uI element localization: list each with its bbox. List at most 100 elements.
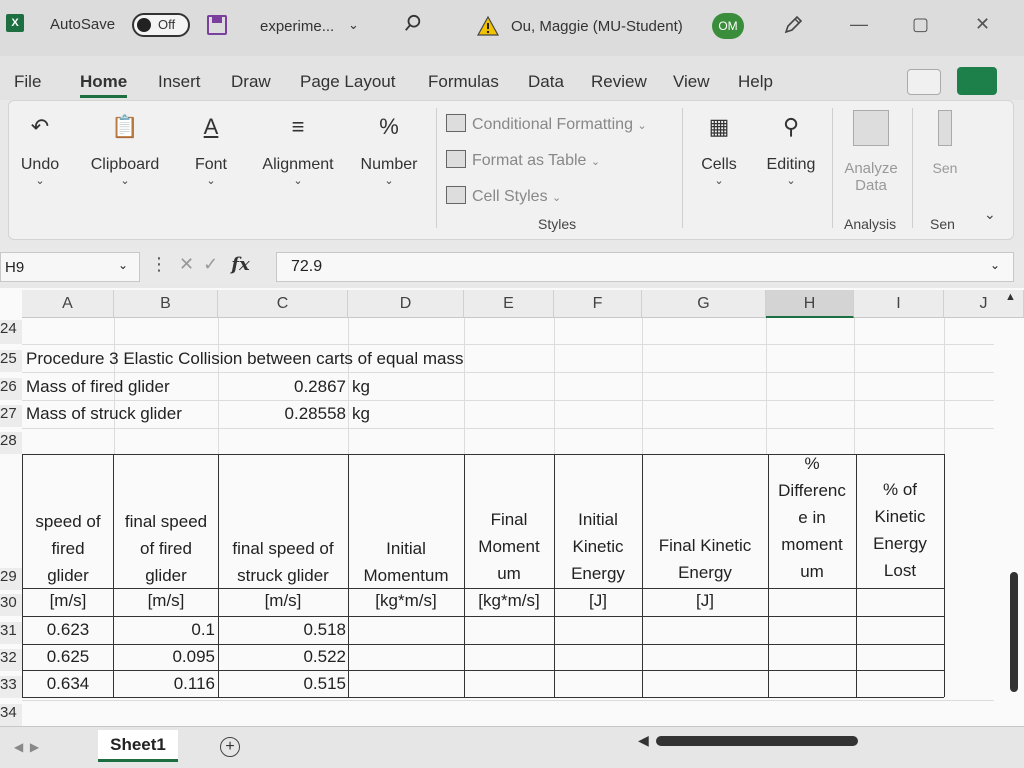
sheet-nav-arrows-icon[interactable]: ◀ ▶ (14, 740, 39, 754)
cell-d27[interactable]: kg (352, 404, 370, 424)
chevron-down-icon[interactable]: ⌄ (348, 17, 359, 33)
cell-a32[interactable]: 0.625 (22, 647, 114, 667)
column-header-e[interactable]: E (464, 290, 554, 318)
pen-icon[interactable] (782, 14, 804, 36)
header-speed-fired[interactable]: speed of fired glider (22, 508, 114, 589)
column-header-h[interactable]: H (766, 290, 854, 318)
cell-styles-button[interactable]: Cell Styles ⌄ (446, 186, 561, 206)
cell-b32[interactable]: 0.095 (114, 647, 215, 667)
tab-file[interactable]: File (14, 72, 41, 92)
avatar[interactable]: OM (712, 13, 744, 39)
cell-e30[interactable]: [kg*m/s] (464, 591, 554, 611)
function-icon[interactable]: fx (231, 254, 249, 275)
tab-data[interactable]: Data (528, 72, 564, 92)
file-name[interactable]: experime... (260, 18, 334, 35)
ribbon-collapse-icon[interactable]: ⌄ (984, 206, 996, 223)
cell-a25[interactable]: Procedure 3 Elastic Collision between ca… (26, 349, 464, 369)
cell-b31[interactable]: 0.1 (114, 620, 215, 640)
column-header-g[interactable]: G (642, 290, 766, 318)
column-header-d[interactable]: D (348, 290, 464, 318)
row-header[interactable]: 33 (0, 676, 22, 698)
header-final-momentum[interactable]: Final Moment um (464, 506, 554, 587)
autosave-toggle[interactable]: Off (132, 13, 190, 37)
row-header[interactable]: 34 (0, 704, 22, 726)
clipboard-button[interactable]: 📋 Clipboard ⌄ (84, 110, 166, 187)
cell-c26[interactable]: 0.2867 (218, 377, 346, 397)
row-header[interactable]: 28 (0, 432, 22, 454)
row-header[interactable]: 32 (0, 649, 22, 671)
cell-c33[interactable]: 0.515 (218, 674, 346, 694)
row-header[interactable]: 25 (0, 350, 22, 372)
tab-home[interactable]: Home (80, 72, 128, 98)
undo-button[interactable]: ↶ Undo ⌄ (16, 110, 64, 187)
cell-g30[interactable]: [J] (642, 591, 768, 611)
format-as-table-button[interactable]: Format as Table ⌄ (446, 150, 600, 170)
horizontal-scrollbar[interactable] (656, 736, 858, 746)
cell-a33[interactable]: 0.634 (22, 674, 114, 694)
column-header-f[interactable]: F (554, 290, 642, 318)
conditional-formatting-button[interactable]: Conditional Formatting ⌄ (446, 114, 647, 134)
tab-view[interactable]: View (673, 72, 710, 92)
header-percent-ke-lost[interactable]: % of Kinetic Energy Lost (856, 476, 944, 584)
header-final-ke[interactable]: Final Kinetic Energy (642, 532, 768, 586)
row-header[interactable]: 24 (0, 320, 22, 344)
add-sheet-icon[interactable]: + (220, 737, 240, 757)
minimize-button[interactable]: — (850, 14, 868, 35)
enter-icon[interactable]: ✓ (203, 254, 218, 274)
editing-button[interactable]: ⚲ Editing ⌄ (762, 110, 820, 187)
tab-help[interactable]: Help (738, 72, 773, 92)
row-header[interactable]: 31 (0, 622, 22, 644)
column-header-c[interactable]: C (218, 290, 348, 318)
maximize-button[interactable]: ▢ (912, 14, 929, 35)
cell-c30[interactable]: [m/s] (218, 591, 348, 611)
formula-input[interactable]: 72.9 (276, 252, 1014, 282)
chevron-down-icon[interactable]: ⌄ (118, 258, 128, 272)
comment-button[interactable] (907, 69, 941, 95)
column-header-a[interactable]: A (22, 290, 114, 318)
sensitivity-button[interactable]: Sen (920, 110, 970, 176)
tab-page-layout[interactable]: Page Layout (300, 72, 395, 92)
cell-c31[interactable]: 0.518 (218, 620, 346, 640)
cell-a31[interactable]: 0.623 (22, 620, 114, 640)
header-initial-momentum[interactable]: Initial Momentum (348, 535, 464, 589)
scroll-left-icon[interactable]: ◀ (638, 732, 649, 749)
column-header-i[interactable]: I (854, 290, 944, 318)
sheet-tab[interactable]: Sheet1 (98, 730, 178, 762)
cells-button[interactable]: ▦ Cells ⌄ (694, 110, 744, 187)
cell-f30[interactable]: [J] (554, 591, 642, 611)
tab-draw[interactable]: Draw (231, 72, 271, 92)
font-button[interactable]: A Font ⌄ (188, 110, 234, 187)
header-percent-diff-momentum[interactable]: % Differenc e in moment um (768, 450, 856, 585)
cell-c32[interactable]: 0.522 (218, 647, 346, 667)
cell-a26[interactable]: Mass of fired glider (26, 377, 170, 397)
scroll-up-icon[interactable]: ▲ (1005, 291, 1016, 303)
row-header[interactable]: 30 (0, 594, 22, 616)
save-icon[interactable] (207, 15, 227, 35)
number-button[interactable]: % Number ⌄ (356, 110, 422, 187)
row-header[interactable]: 27 (0, 405, 22, 427)
column-header-b[interactable]: B (114, 290, 218, 318)
header-final-speed-struck[interactable]: final speed of struck glider (218, 535, 348, 589)
cell-a27[interactable]: Mass of struck glider (26, 404, 182, 424)
search-icon[interactable] (404, 14, 422, 32)
row-header[interactable]: 29 (0, 568, 22, 590)
alignment-button[interactable]: ≡ Alignment ⌄ (256, 110, 340, 187)
tab-insert[interactable]: Insert (158, 72, 201, 92)
cell-b33[interactable]: 0.116 (114, 674, 215, 694)
cell-d30[interactable]: [kg*m/s] (348, 591, 464, 611)
analyze-data-button[interactable]: Analyze Data (838, 110, 904, 194)
cell-b30[interactable]: [m/s] (114, 591, 218, 611)
expand-formula-icon[interactable]: ⌄ (990, 258, 1000, 272)
tab-review[interactable]: Review (591, 72, 647, 92)
vertical-scrollbar[interactable] (1010, 572, 1018, 692)
cell-a30[interactable]: [m/s] (22, 591, 114, 611)
header-final-speed-fired[interactable]: final speed of fired glider (114, 508, 218, 589)
share-button[interactable] (957, 67, 997, 95)
close-button[interactable]: ✕ (975, 14, 990, 35)
cell-c27[interactable]: 0.28558 (218, 404, 346, 424)
tab-formulas[interactable]: Formulas (428, 72, 499, 92)
row-header[interactable]: 26 (0, 378, 22, 400)
header-initial-ke[interactable]: Initial Kinetic Energy (554, 506, 642, 587)
cell-d26[interactable]: kg (352, 377, 370, 397)
cancel-icon[interactable]: ✕ (179, 254, 194, 274)
